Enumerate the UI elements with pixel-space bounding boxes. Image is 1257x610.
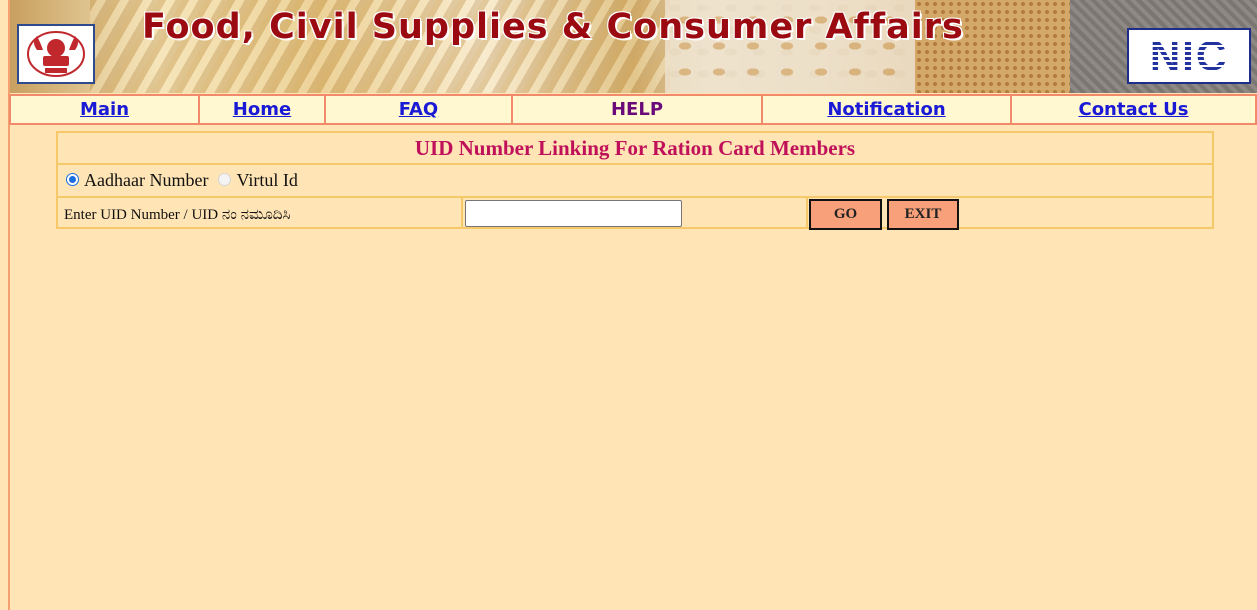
uid-linking-form: UID Number Linking For Ration Card Membe… <box>56 131 1214 230</box>
aadhaar-number-label: Aadhaar Number <box>84 170 209 190</box>
nav-help[interactable]: HELP <box>513 96 763 123</box>
id-type-radio-group: Aadhaar Number Virtul Id <box>58 165 1212 198</box>
column-divider <box>461 198 463 229</box>
nic-logo-text: NIC <box>1149 32 1229 79</box>
nav-home[interactable]: Home <box>200 96 326 123</box>
form-title: UID Number Linking For Ration Card Membe… <box>58 133 1212 165</box>
banner-title: Food, Civil Supplies & Consumer Affairs <box>142 7 964 47</box>
nav-notification[interactable]: Notification <box>763 96 1012 123</box>
main-nav: Main Home FAQ HELP Notification Contact … <box>9 94 1257 125</box>
exit-button[interactable]: EXIT <box>887 199 959 230</box>
nav-main[interactable]: Main <box>11 96 200 123</box>
state-emblem-icon <box>17 24 95 84</box>
go-button[interactable]: GO <box>809 199 882 230</box>
nav-faq[interactable]: FAQ <box>326 96 513 123</box>
virtual-id-label: Virtul Id <box>236 170 298 190</box>
uid-number-input[interactable] <box>465 200 682 227</box>
aadhaar-number-radio[interactable] <box>66 173 79 186</box>
column-divider <box>806 198 808 229</box>
uid-input-label: Enter UID Number / UID ನಂ ನಮೂದಿಸಿ <box>64 207 291 223</box>
nav-contact-us[interactable]: Contact Us <box>1012 96 1255 123</box>
virtual-id-radio[interactable] <box>218 173 232 186</box>
nic-logo: NIC <box>1127 28 1251 84</box>
uid-input-row: Enter UID Number / UID ನಂ ನಮೂದಿಸಿ GO EXI… <box>58 198 1212 230</box>
